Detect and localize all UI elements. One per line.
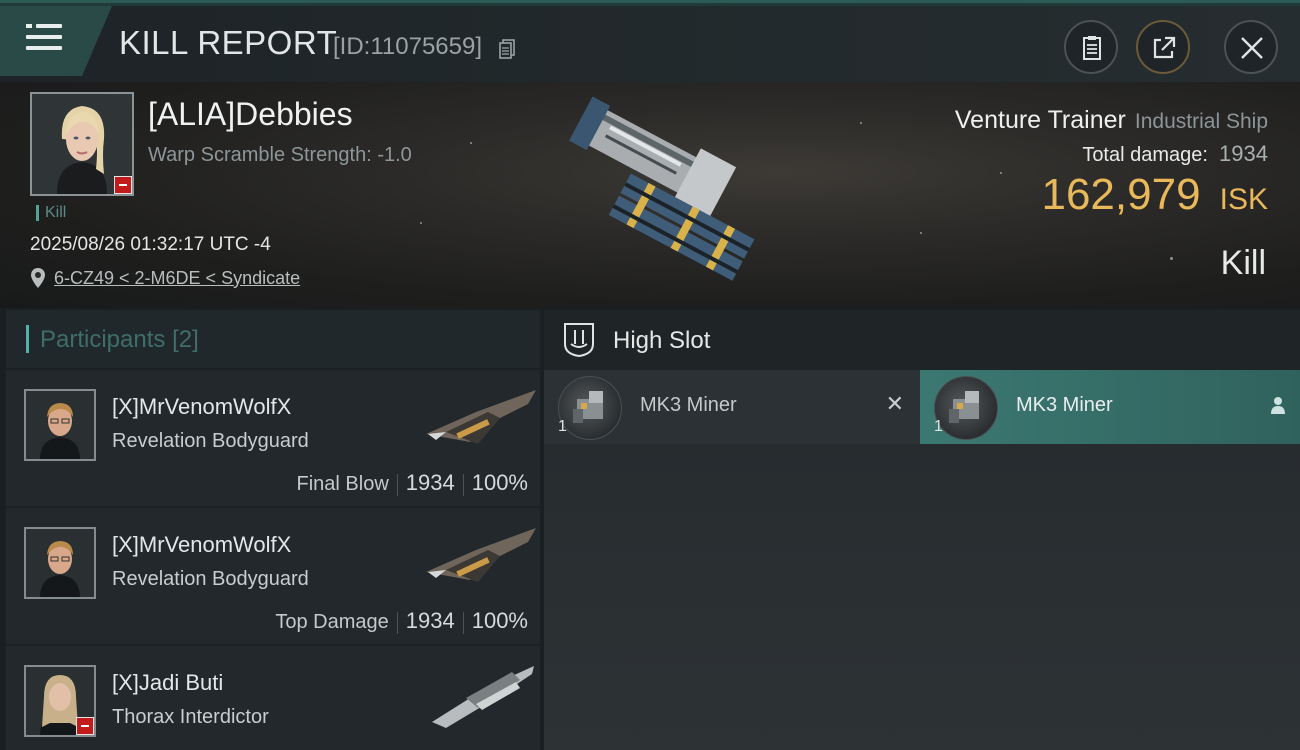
participant-name: [X]MrVenomWolfX [112,532,292,557]
ship-class: Industrial Ship [1134,110,1268,133]
header-bar: KILL REPORT [ID:11075659] [0,6,1300,82]
participant-avatar[interactable] [24,389,96,461]
participant-damage: 1934 [405,608,455,633]
victim-avatar[interactable] [30,92,134,196]
participant-avatar[interactable] [24,665,96,737]
report-id: [ID:11075659] [333,33,483,60]
victim-ship[interactable]: Venture Trainer Industrial Ship [955,106,1268,135]
location-text: 6-CZ49 < 2-M6DE < Syndicate [54,267,301,288]
module-name: MK3 Miner [640,394,737,416]
isk-amount: 162,979 [1041,170,1201,219]
kill-summary-banner: [ALIA]Debbies Warp Scramble Strength: -1… [0,82,1300,308]
participant-percent: 100% [471,470,528,495]
kill-result-label: Kill [1220,244,1266,282]
kill-datetime: 2025/08/26 01:32:17 UTC -4 [30,234,271,255]
participants-panel: Participants [2] [X]MrVenomWolfX Revelat… [6,310,540,750]
high-slot-icon [564,323,594,358]
share-button[interactable] [1136,20,1190,74]
participant-ship-icon [426,390,536,444]
miner-module-icon [934,376,998,440]
close-button[interactable] [1224,20,1278,74]
participant-ship: Revelation Bodyguard [112,430,309,452]
destroyed-x-icon: ✕ [885,392,904,417]
participant-role: Top Damage [275,611,389,633]
participant-ship: Thorax Interdictor [112,706,269,728]
fittings-panel: High Slot 1 MK3 Miner ✕ 1 MK3 Miner [544,310,1300,750]
location-pin-icon [31,268,45,288]
participant-role: Final Blow [296,473,389,495]
participants-header-accent [26,325,29,353]
security-status-badge [76,717,94,735]
module-item-destroyed[interactable]: 1 MK3 Miner ✕ [544,370,920,444]
ship-render [569,96,755,281]
security-status-badge [114,176,132,194]
module-name: MK3 Miner [1016,394,1113,416]
menu-button[interactable] [0,6,112,76]
copy-icon[interactable] [499,39,515,59]
miner-module-icon [558,376,622,440]
clipboard-button[interactable] [1064,20,1118,74]
person-icon [1271,397,1285,414]
page-title: KILL REPORT [119,24,338,61]
slot-title: High Slot [613,327,711,354]
participant-name: [X]MrVenomWolfX [112,394,292,419]
participant-row[interactable]: [X]MrVenomWolfX Revelation Bodyguard Top… [6,508,540,644]
location-link[interactable]: 6-CZ49 < 2-M6DE < Syndicate [30,267,300,289]
menu-icon [26,24,62,54]
share-icon [1153,36,1176,59]
participant-row[interactable]: [X]Jadi Buti Thorax Interdictor [6,646,540,750]
participant-ship-icon [426,528,536,582]
participants-title: Participants [2] [40,326,199,353]
participant-percent: 100% [471,608,528,633]
kill-type-tag: Kill [36,205,66,221]
module-item-dropped[interactable]: 1 MK3 Miner [920,370,1300,444]
isk-unit: ISK [1219,183,1268,216]
participant-ship: Revelation Bodyguard [112,568,309,590]
module-quantity: 1 [558,418,567,435]
victim-name[interactable]: [ALIA]Debbies [148,96,353,133]
warp-scramble-strength: Warp Scramble Strength: -1.0 [148,144,412,166]
total-damage-label: Total damage: [1082,144,1208,166]
participant-name: [X]Jadi Buti [112,670,224,695]
participant-portrait-image [26,529,94,597]
participants-header: Participants [2] [6,310,540,368]
ship-name: Venture Trainer [954,106,1126,134]
close-icon [1241,37,1263,59]
isk-value: 162,979 ISK [1041,170,1268,220]
participant-avatar[interactable] [24,527,96,599]
participant-stats: Top Damage 1934 100% [275,608,528,634]
participant-ship-icon [432,666,534,728]
clipboard-icon [1083,36,1101,60]
participant-portrait-image [26,391,94,459]
total-damage: Total damage: 1934 [1082,141,1268,167]
module-quantity: 1 [934,418,943,435]
participant-row[interactable]: [X]MrVenomWolfX Revelation Bodyguard Fin… [6,370,540,506]
participant-stats: Final Blow 1934 100% [296,470,528,496]
participant-damage: 1934 [405,470,455,495]
total-damage-value: 1934 [1219,141,1268,166]
high-slot-header: High Slot [544,310,1300,370]
